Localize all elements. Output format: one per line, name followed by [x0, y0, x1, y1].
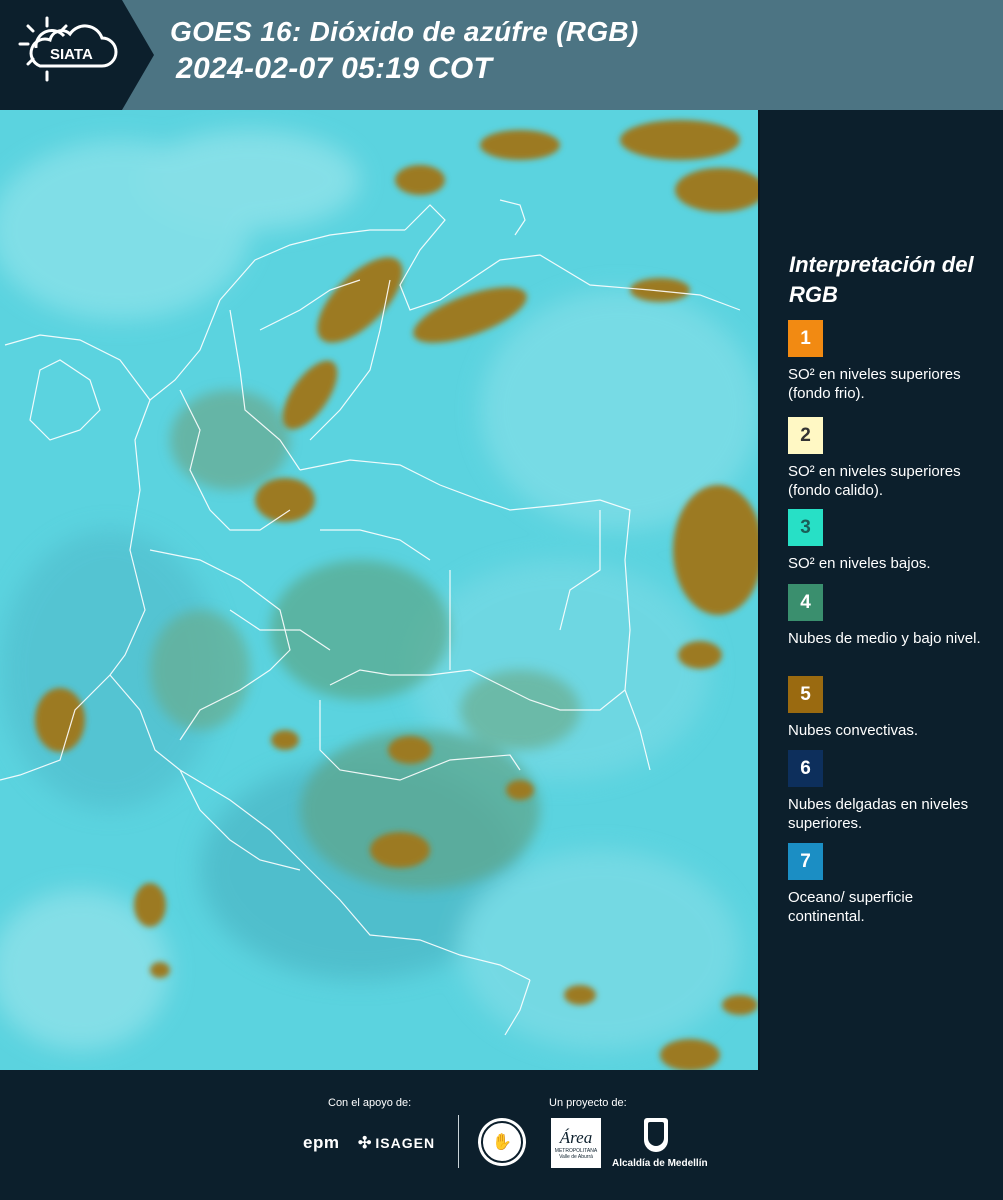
- legend-item-1: 1 SO² en niveles superiores (fondo frio)…: [788, 320, 988, 403]
- timestamp: 2024-02-07 05:19 COT: [176, 52, 493, 85]
- area-metropolitana-logo: Área METROPOLITANA Valle de Aburrá: [551, 1118, 601, 1168]
- legend-item-5: 5 Nubes convectivas.: [788, 676, 988, 740]
- legend-number: 7: [800, 850, 811, 872]
- legend-swatch-1: 1: [788, 320, 823, 357]
- isagen-mark-icon: ✣: [358, 1135, 373, 1152]
- legend-text: Nubes delgadas en niveles superiores.: [788, 796, 969, 832]
- isagen-logo: ✣ ISAGEN: [358, 1133, 435, 1153]
- footer: Con el apoyo de: Un proyecto de: epm ✣ IS…: [0, 1070, 1003, 1200]
- legend-item-3: 3 SO² en niveles bajos.: [788, 509, 988, 573]
- siata-logo-text: SIATA: [50, 46, 93, 63]
- support-caption: Con el apoyo de:: [328, 1097, 412, 1109]
- legend-item-4: 4 Nubes de medio y bajo nivel.: [788, 584, 988, 648]
- legend-text: Nubes de medio y bajo nivel.: [788, 630, 981, 647]
- legend-swatch-6: 6: [788, 750, 823, 787]
- project-caption: Un proyecto de:: [549, 1097, 627, 1109]
- legend-number: 6: [800, 757, 811, 779]
- legend-text: SO² en niveles bajos.: [788, 555, 931, 572]
- legend-text: Nubes convectivas.: [788, 722, 919, 739]
- legend-number: 2: [800, 424, 811, 446]
- legend-swatch-5: 5: [788, 676, 823, 713]
- siata-logo: SIATA: [0, 0, 154, 110]
- page-title: GOES 16: Dióxido de azúfre (RGB): [170, 16, 639, 47]
- legend-number: 4: [800, 591, 811, 613]
- alcaldia-shield-icon: [644, 1118, 668, 1152]
- footer-divider: [458, 1115, 459, 1168]
- area-logo-sub: METROPOLITANA Valle de Aburrá: [554, 1148, 598, 1160]
- legend-number: 5: [800, 683, 811, 705]
- legend-panel: Interpretación del RGB 1 SO² en niveles …: [760, 110, 1003, 1070]
- alcaldia-label: Alcaldía de Medellín: [612, 1158, 708, 1169]
- legend-text: Oceano/ superficie continental.: [788, 889, 914, 925]
- legend-swatch-4: 4: [788, 584, 823, 621]
- medellin-seal-icon: ✋: [478, 1118, 526, 1166]
- legend-swatch-2: 2: [788, 417, 823, 454]
- legend-title: Interpretación del RGB: [789, 252, 974, 307]
- isagen-logo-text: ISAGEN: [375, 1135, 436, 1151]
- epm-logo-text: epm: [303, 1133, 340, 1152]
- legend-item-2: 2 SO² en niveles superiores (fondo calid…: [788, 417, 988, 500]
- legend-number: 3: [800, 516, 811, 538]
- legend-text: SO² en niveles superiores (fondo calido)…: [788, 463, 961, 499]
- legend-number: 1: [800, 327, 811, 349]
- legend-swatch-3: 3: [788, 509, 823, 546]
- legend-item-6: 6 Nubes delgadas en niveles superiores.: [788, 750, 988, 833]
- legend-text: SO² en niveles superiores (fondo frio).: [788, 366, 961, 402]
- satellite-map[interactable]: [0, 110, 760, 1070]
- header-bar: SIATA GOES 16: Dióxido de azúfre (RGB) 2…: [0, 0, 1003, 110]
- legend-swatch-7: 7: [788, 843, 823, 880]
- area-logo-text: Área: [559, 1128, 593, 1147]
- epm-logo: epm: [303, 1133, 339, 1153]
- legend-item-7: 7 Oceano/ superficie continental.: [788, 843, 988, 926]
